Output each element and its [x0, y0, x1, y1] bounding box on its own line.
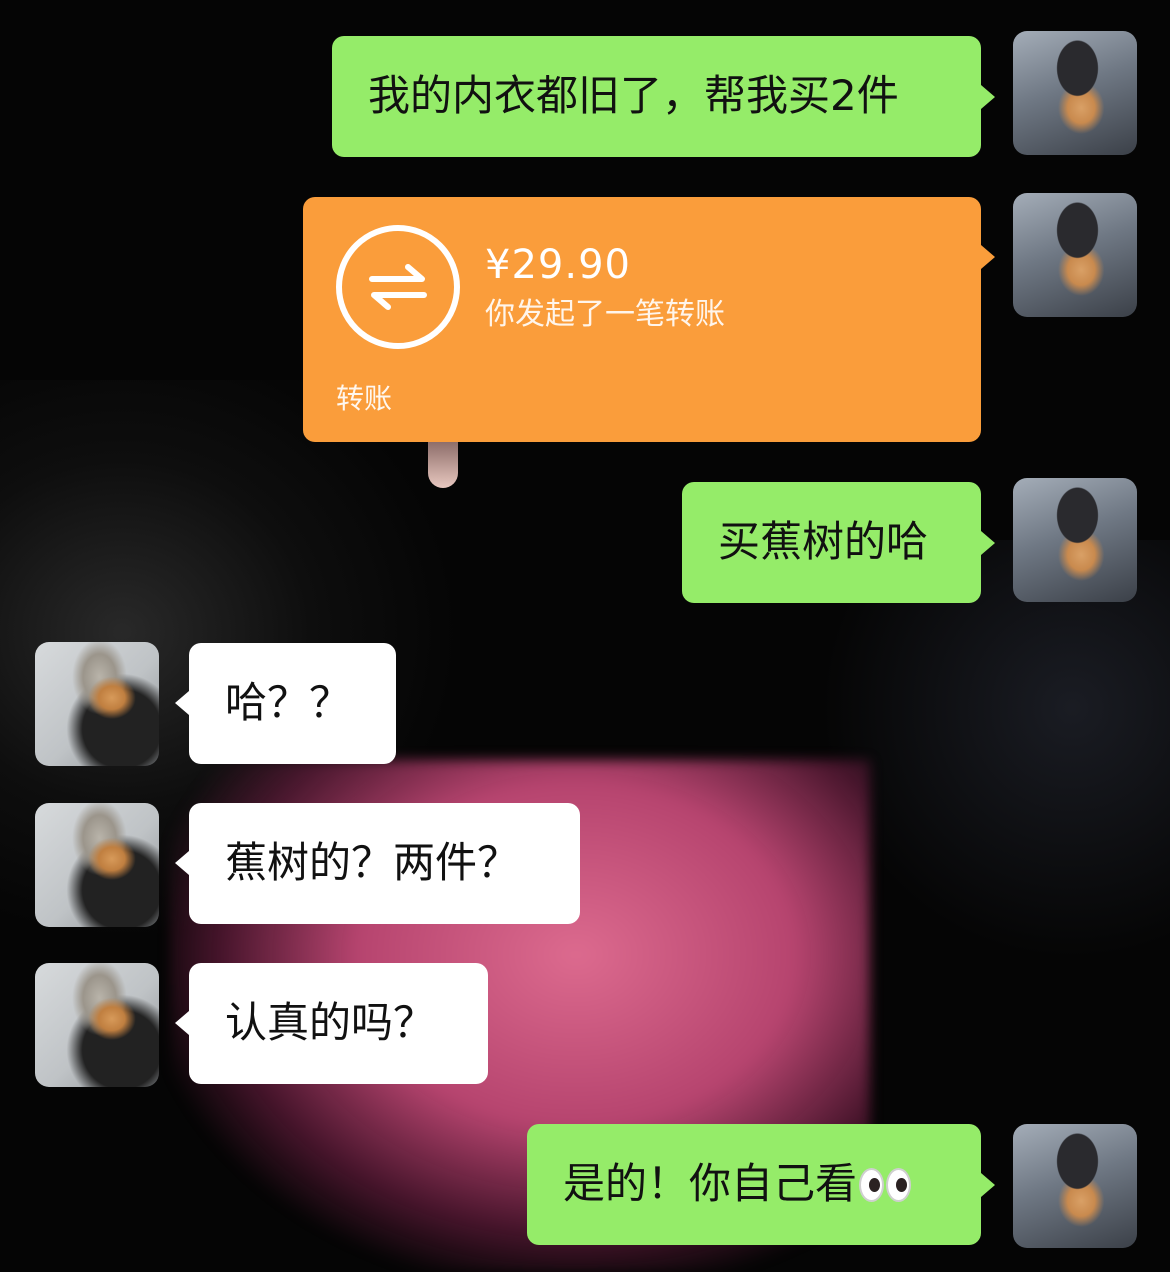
avatar-contact[interactable]	[35, 963, 159, 1087]
message-text: 我的内衣都旧了，帮我买2件	[368, 71, 899, 120]
bubble-tail	[981, 245, 995, 269]
message-bubble-incoming[interactable]: 哈？？	[189, 643, 396, 764]
bubble-tail	[981, 531, 995, 555]
background-finger	[428, 440, 458, 488]
message-text: 蕉树的？两件？	[225, 838, 520, 887]
transfer-label: 转账	[336, 382, 393, 415]
avatar-me[interactable]	[1013, 1124, 1137, 1248]
bubble-tail	[175, 1011, 189, 1035]
transfer-status: 你发起了一笔转账	[485, 297, 725, 332]
avatar-contact[interactable]	[35, 803, 159, 927]
bubble-tail	[981, 85, 995, 109]
message-bubble-outgoing[interactable]: 是的！你自己看	[527, 1124, 981, 1245]
transfer-arrows-icon	[336, 225, 460, 349]
transfer-card[interactable]: ¥29.90 你发起了一笔转账 转账	[303, 197, 995, 442]
message-bubble-outgoing[interactable]: 买蕉树的哈	[682, 482, 981, 603]
message-text: 是的！你自己看	[563, 1159, 858, 1208]
bubble-tail	[175, 851, 189, 875]
avatar-contact[interactable]	[35, 642, 159, 766]
message-text: 认真的吗？	[225, 998, 436, 1047]
message-bubble-incoming[interactable]: 蕉树的？两件？	[189, 803, 580, 924]
eyes-emoji	[857, 1159, 912, 1208]
chat-background	[0, 0, 1170, 1272]
bubble-tail	[175, 691, 189, 715]
avatar-me[interactable]	[1013, 478, 1137, 602]
bubble-tail	[981, 1173, 995, 1197]
message-text: 哈？？	[225, 678, 352, 727]
message-bubble-incoming[interactable]: 认真的吗？	[189, 963, 488, 1084]
message-text: 买蕉树的哈	[718, 517, 929, 566]
message-bubble-outgoing[interactable]: 我的内衣都旧了，帮我买2件	[332, 36, 981, 157]
background-shadow	[820, 540, 1170, 960]
transfer-amount: ¥29.90	[485, 242, 631, 288]
avatar-me[interactable]	[1013, 31, 1137, 155]
avatar-me[interactable]	[1013, 193, 1137, 317]
